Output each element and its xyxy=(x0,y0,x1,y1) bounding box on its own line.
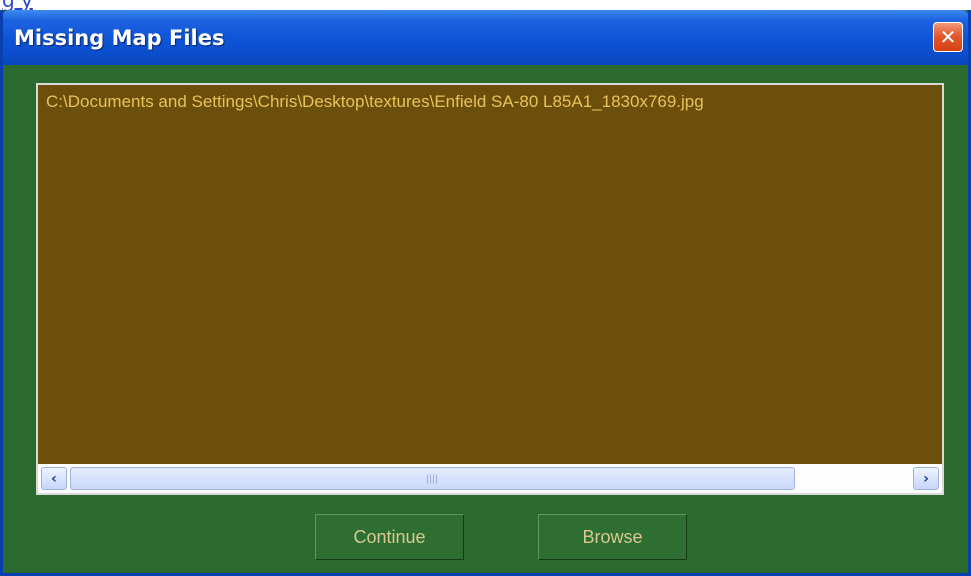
scrollbar-thumb[interactable] xyxy=(70,467,795,490)
scroll-left-button[interactable]: ‹ xyxy=(41,467,67,490)
scroll-right-button[interactable]: › xyxy=(913,467,939,490)
title-bar[interactable]: Missing Map Files ✕ xyxy=(3,10,968,65)
list-item[interactable]: C:\Documents and Settings\Chris\Desktop\… xyxy=(46,92,704,112)
chevron-right-icon: › xyxy=(923,470,929,487)
horizontal-scrollbar[interactable]: ‹ › xyxy=(38,464,942,493)
close-button[interactable]: ✕ xyxy=(933,22,963,52)
continue-button[interactable]: Continue xyxy=(315,514,464,560)
chevron-left-icon: ‹ xyxy=(51,470,57,487)
background-page-strip: g y xyxy=(0,0,971,10)
missing-files-list[interactable]: C:\Documents and Settings\Chris\Desktop\… xyxy=(36,83,944,495)
grip-icon xyxy=(426,474,439,483)
close-icon: ✕ xyxy=(939,25,957,49)
background-link-text: g y xyxy=(2,0,33,10)
dialog-title: Missing Map Files xyxy=(14,26,225,50)
browse-button[interactable]: Browse xyxy=(538,514,687,560)
